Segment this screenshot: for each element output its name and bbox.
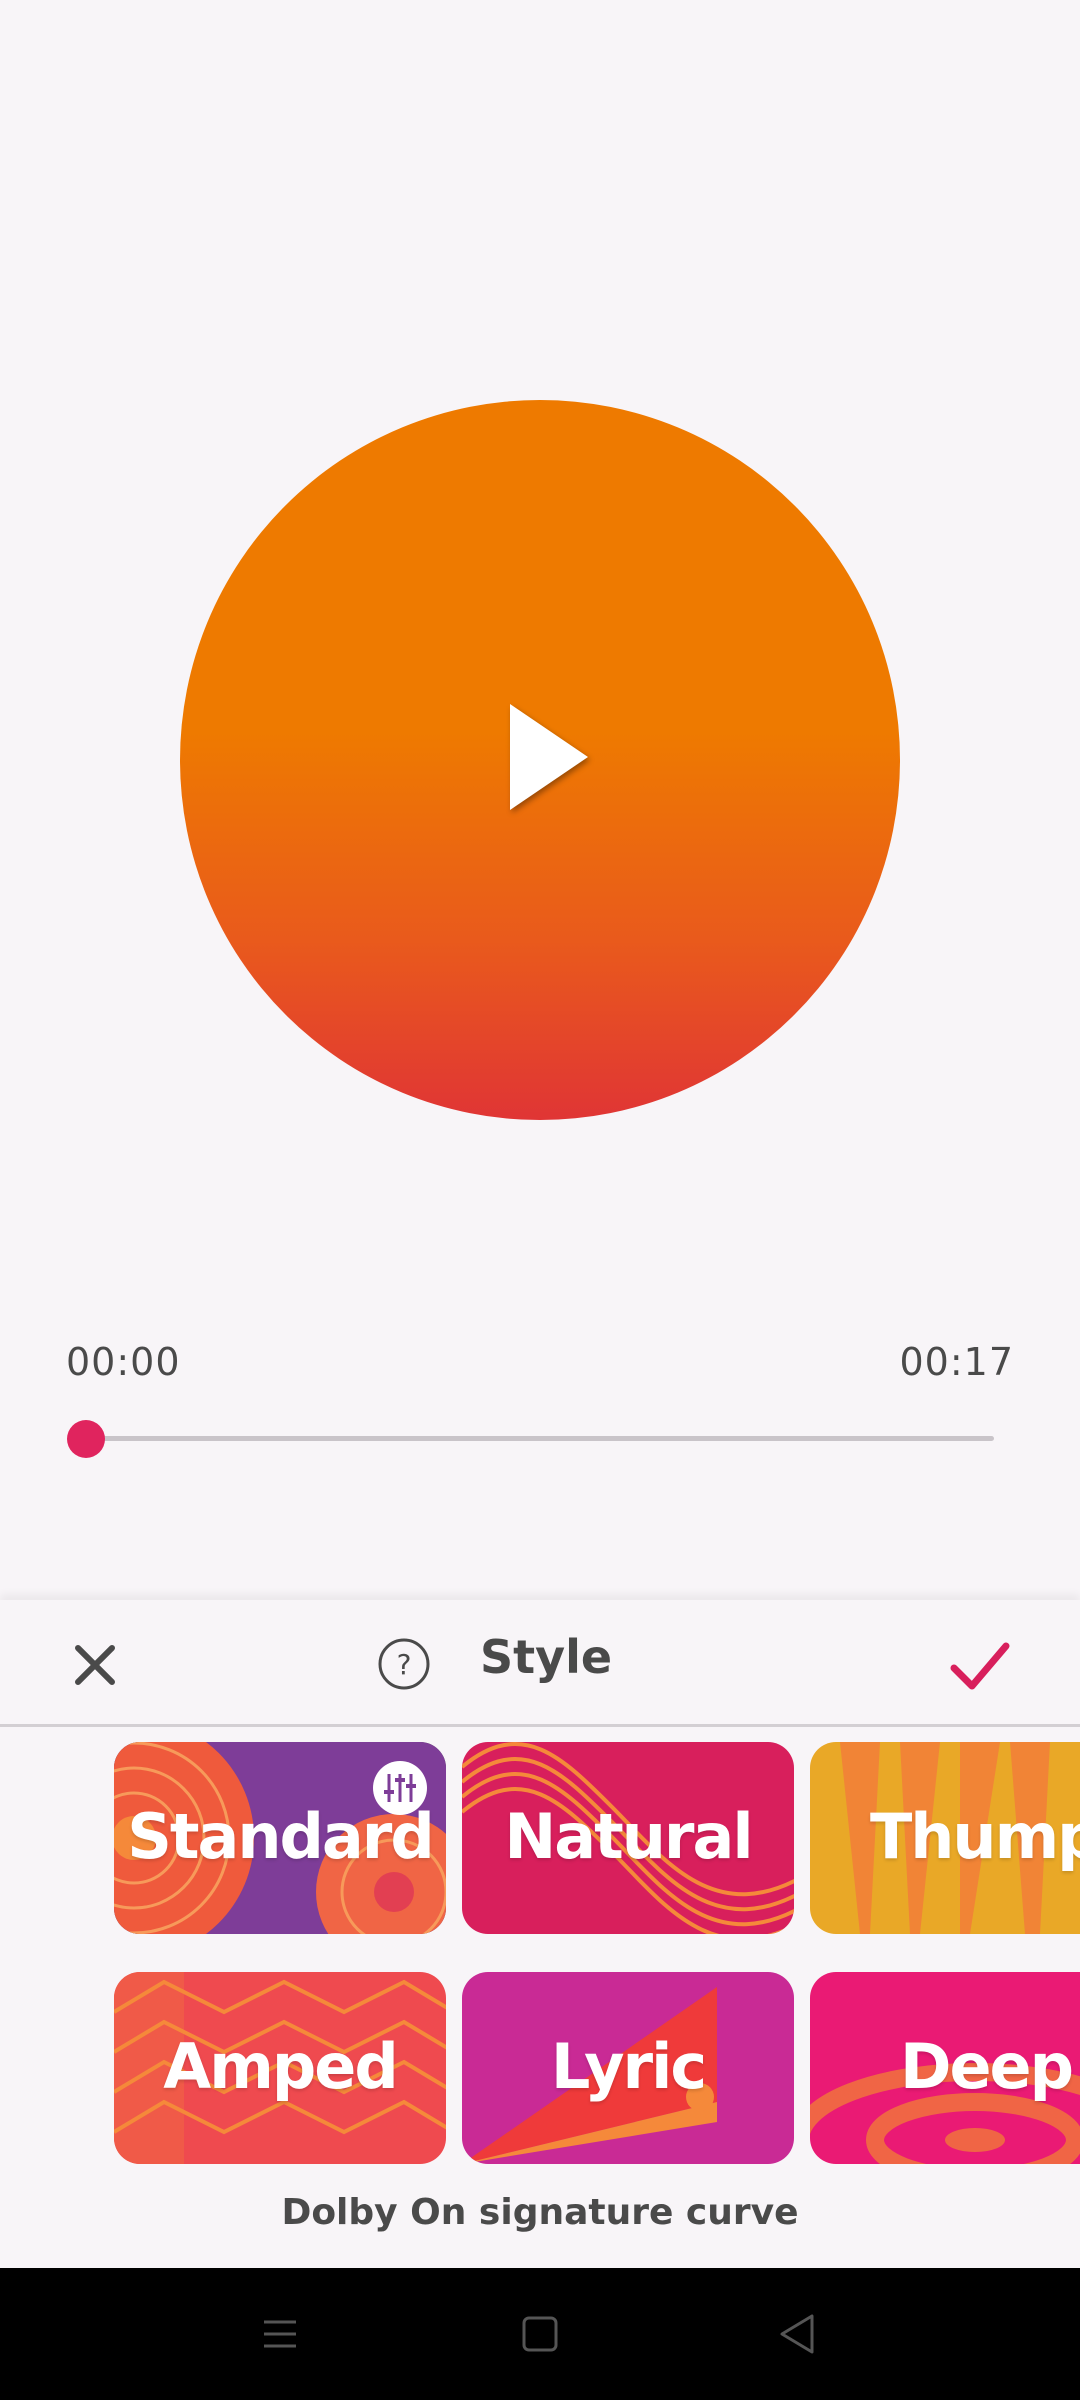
sheet-header: ? Style bbox=[0, 1600, 1080, 1727]
progress-track[interactable] bbox=[86, 1436, 994, 1441]
style-tile-amped[interactable]: Amped bbox=[114, 1972, 446, 2164]
progress-thumb[interactable] bbox=[67, 1420, 105, 1458]
style-tile-natural[interactable]: Natural bbox=[462, 1742, 794, 1934]
close-button[interactable] bbox=[60, 1630, 130, 1700]
style-tile-thump[interactable]: Thump bbox=[810, 1742, 1080, 1934]
back-icon bbox=[780, 2314, 814, 2354]
style-label-amped: Amped bbox=[163, 2030, 398, 2103]
play-button[interactable] bbox=[506, 700, 596, 815]
style-tile-standard[interactable]: Standard bbox=[114, 1742, 446, 1934]
style-label-natural: Natural bbox=[504, 1800, 753, 1873]
style-label-lyric: Lyric bbox=[550, 2030, 707, 2103]
checkmark-icon bbox=[950, 1642, 1010, 1690]
style-label-deep: Deep bbox=[900, 2030, 1074, 2103]
help-icon: ? bbox=[378, 1638, 430, 1690]
nav-back-button[interactable] bbox=[772, 2308, 824, 2360]
style-tile-deep[interactable]: Deep bbox=[810, 1972, 1080, 2164]
current-time: 00:00 bbox=[66, 1340, 181, 1384]
equalizer-icon bbox=[373, 1761, 427, 1815]
equalizer-button[interactable] bbox=[372, 1760, 428, 1816]
style-tile-lyric[interactable]: Lyric bbox=[462, 1972, 794, 2164]
system-nav-bar bbox=[0, 2268, 1080, 2400]
style-sheet: ? Style Standard Natural Thump Amped Lyr… bbox=[0, 1600, 1080, 2268]
menu-icon bbox=[264, 2320, 296, 2348]
style-label-thump: Thump bbox=[870, 1800, 1080, 1873]
play-icon bbox=[510, 704, 588, 810]
sheet-title: Style bbox=[480, 1630, 613, 1684]
style-caption: Dolby On signature curve bbox=[281, 2192, 799, 2233]
home-icon bbox=[522, 2316, 558, 2352]
svg-text:?: ? bbox=[397, 1648, 412, 1681]
nav-menu-button[interactable] bbox=[256, 2310, 304, 2358]
total-time: 00:17 bbox=[899, 1340, 1014, 1384]
confirm-button[interactable] bbox=[944, 1630, 1016, 1702]
nav-home-button[interactable] bbox=[516, 2310, 564, 2358]
help-button[interactable]: ? bbox=[376, 1636, 432, 1692]
close-icon bbox=[75, 1645, 115, 1685]
